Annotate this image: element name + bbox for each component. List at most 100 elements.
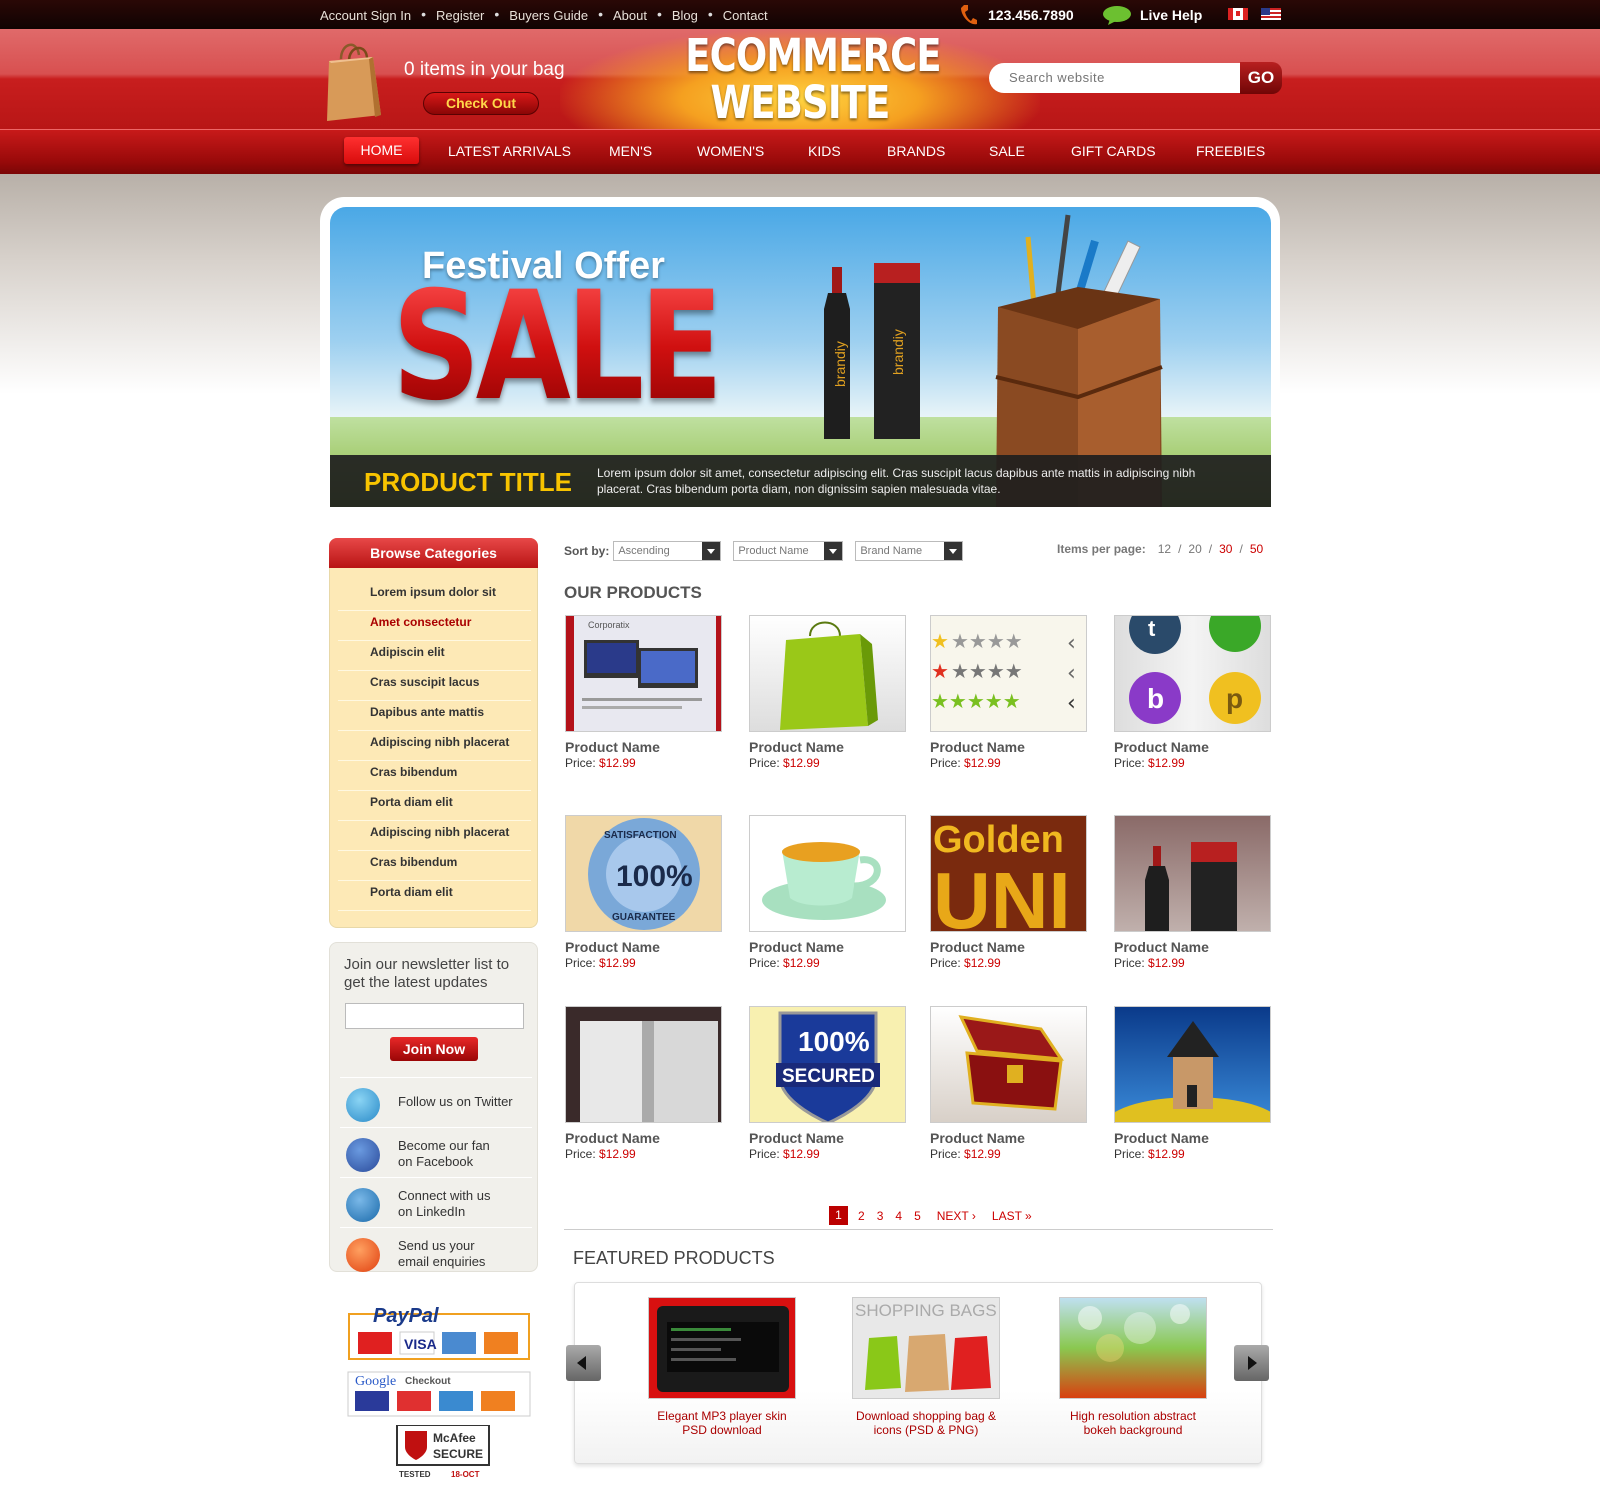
product-card[interactable]: Corporatix Product Name Price: $12.99: [565, 615, 723, 770]
product-name[interactable]: Product Name: [565, 1130, 723, 1146]
category-item[interactable]: Cras bibendum: [338, 851, 531, 881]
page-link-current[interactable]: 1: [829, 1206, 848, 1225]
social-facebook[interactable]: Become our fan on Facebook: [340, 1127, 532, 1177]
featured-caption[interactable]: Elegant MP3 player skin PSD download: [632, 1409, 812, 1437]
product-card[interactable]: 100% SECURED Product Name Price: $12.99: [749, 1006, 907, 1161]
product-name[interactable]: Product Name: [565, 939, 723, 955]
last-page-link[interactable]: LAST »: [992, 1209, 1032, 1223]
social-twitter[interactable]: Follow us on Twitter: [340, 1077, 532, 1127]
product-image[interactable]: Corporatix: [565, 615, 722, 732]
product-card[interactable]: Product Name Price: $12.99: [930, 1006, 1088, 1161]
product-name[interactable]: Product Name: [1114, 1130, 1272, 1146]
product-name[interactable]: Product Name: [749, 939, 907, 955]
product-name[interactable]: Product Name: [749, 1130, 907, 1146]
per-page-option[interactable]: 50: [1250, 542, 1263, 556]
search-input[interactable]: [989, 63, 1241, 93]
register-link[interactable]: Register: [436, 8, 484, 23]
product-card[interactable]: Golden UNI Product Name Price: $12.99: [930, 815, 1088, 970]
product-card[interactable]: Product Name Price: $12.99: [749, 615, 907, 770]
site-logo[interactable]: ECOMMERCE WEBSITE: [685, 32, 941, 126]
buyers-guide-link[interactable]: Buyers Guide: [509, 8, 588, 23]
product-image[interactable]: 100% SATISFACTION GUARANTEE: [565, 815, 722, 932]
category-item[interactable]: Cras bibendum: [338, 761, 531, 791]
sort-brand-select[interactable]: Brand Name: [855, 541, 964, 561]
featured-caption[interactable]: Download shopping bag & icons (PSD & PNG…: [836, 1409, 1016, 1437]
product-card[interactable]: Product Name Price: $12.99: [749, 815, 907, 970]
page-link[interactable]: 3: [877, 1209, 884, 1223]
product-card[interactable]: t b p Product Name Price: $12.99: [1114, 615, 1272, 770]
product-image[interactable]: t b p: [1114, 615, 1271, 732]
shopping-bag-icon[interactable]: [323, 37, 385, 123]
newsletter-email-input[interactable]: [345, 1003, 524, 1029]
nav-item-womens[interactable]: WOMEN'S: [697, 143, 764, 159]
product-image[interactable]: [565, 1006, 722, 1123]
product-name[interactable]: Product Name: [930, 1130, 1088, 1146]
featured-item[interactable]: Elegant MP3 player skin PSD download: [632, 1297, 812, 1437]
category-item[interactable]: Amet consectetur: [338, 611, 531, 641]
product-name[interactable]: Product Name: [930, 739, 1088, 755]
product-name[interactable]: Product Name: [565, 739, 723, 755]
product-name[interactable]: Product Name: [749, 739, 907, 755]
featured-image[interactable]: [1059, 1297, 1207, 1399]
checkout-button[interactable]: Check Out: [423, 92, 539, 115]
product-name[interactable]: Product Name: [930, 939, 1088, 955]
about-link[interactable]: About: [613, 8, 647, 23]
banner-product-title[interactable]: PRODUCT TITLE: [364, 467, 572, 498]
per-page-option[interactable]: 12: [1158, 542, 1171, 556]
category-item[interactable]: Cras suscipit lacus: [338, 671, 531, 701]
product-name[interactable]: Product Name: [1114, 939, 1272, 955]
nav-item-brands[interactable]: BRANDS: [887, 143, 945, 159]
category-item[interactable]: Porta diam elit: [338, 791, 531, 821]
sort-order-select[interactable]: Ascending: [613, 541, 722, 561]
social-linkedin[interactable]: Connect with us on LinkedIn: [340, 1177, 532, 1227]
category-item[interactable]: Adipiscing nibh placerat: [338, 731, 531, 761]
product-image[interactable]: [749, 615, 906, 732]
featured-image[interactable]: [648, 1297, 796, 1399]
usa-flag-icon[interactable]: [1261, 8, 1281, 20]
product-image[interactable]: [930, 1006, 1087, 1123]
product-card[interactable]: Product Name Price: $12.99: [565, 1006, 723, 1161]
contact-link[interactable]: Contact: [723, 8, 768, 23]
product-card[interactable]: Product Name Price: $12.99: [1114, 815, 1272, 970]
carousel-prev-arrow-icon[interactable]: [566, 1345, 601, 1381]
nav-item-latest-arrivals[interactable]: LATEST ARRIVALS: [448, 143, 571, 159]
product-image[interactable]: ★ ★★★★ ★ ★★★★ ★★★★★ ‹ ‹ ‹: [930, 615, 1087, 732]
blog-link[interactable]: Blog: [672, 8, 698, 23]
featured-item[interactable]: SHOPPING BAGS Download shopping bag & ic…: [836, 1297, 1016, 1437]
page-link[interactable]: 5: [914, 1209, 921, 1223]
canada-flag-icon[interactable]: [1228, 8, 1248, 20]
nav-item-gift-cards[interactable]: GIFT CARDS: [1071, 143, 1156, 159]
account-sign-in-link[interactable]: Account Sign In: [320, 8, 411, 23]
featured-image[interactable]: SHOPPING BAGS: [852, 1297, 1000, 1399]
per-page-option[interactable]: 20: [1188, 542, 1201, 556]
search-go-button[interactable]: GO: [1240, 62, 1282, 94]
featured-caption[interactable]: High resolution abstract bokeh backgroun…: [1043, 1409, 1223, 1437]
join-now-button[interactable]: Join Now: [390, 1037, 478, 1061]
nav-item-kids[interactable]: KIDS: [808, 143, 841, 159]
product-image[interactable]: [749, 815, 906, 932]
nav-item-mens[interactable]: MEN'S: [609, 143, 652, 159]
product-name[interactable]: Product Name: [1114, 739, 1272, 755]
social-email[interactable]: Send us your email enquiries: [340, 1227, 532, 1277]
nav-item-freebies[interactable]: FREEBIES: [1196, 143, 1265, 159]
product-image[interactable]: 100% SECURED: [749, 1006, 906, 1123]
category-item[interactable]: Adipiscin elit: [338, 641, 531, 671]
category-item[interactable]: Porta diam elit: [338, 881, 531, 911]
product-card[interactable]: ★ ★★★★ ★ ★★★★ ★★★★★ ‹ ‹ ‹ Product Name Pri…: [930, 615, 1088, 770]
category-item[interactable]: Dapibus ante mattis: [338, 701, 531, 731]
page-link[interactable]: 2: [858, 1209, 865, 1223]
nav-item-sale[interactable]: SALE: [989, 143, 1025, 159]
nav-item-home[interactable]: HOME: [344, 137, 419, 164]
category-item[interactable]: Adipiscing nibh placerat: [338, 821, 531, 851]
live-help-link[interactable]: Live Help: [1102, 5, 1202, 25]
featured-item[interactable]: High resolution abstract bokeh backgroun…: [1043, 1297, 1223, 1437]
category-item[interactable]: Lorem ipsum dolor sit: [338, 581, 531, 611]
product-card[interactable]: 100% SATISFACTION GUARANTEE Product Name…: [565, 815, 723, 970]
product-image[interactable]: [1114, 1006, 1271, 1123]
sort-product-select[interactable]: Product Name: [733, 541, 844, 561]
carousel-next-arrow-icon[interactable]: [1234, 1345, 1269, 1381]
per-page-option[interactable]: 30: [1219, 542, 1232, 556]
page-link[interactable]: 4: [895, 1209, 902, 1223]
hero-banner[interactable]: Festival Offer SALE brandiy brandiy PROD…: [330, 207, 1271, 507]
next-page-link[interactable]: NEXT ›: [937, 1209, 976, 1223]
